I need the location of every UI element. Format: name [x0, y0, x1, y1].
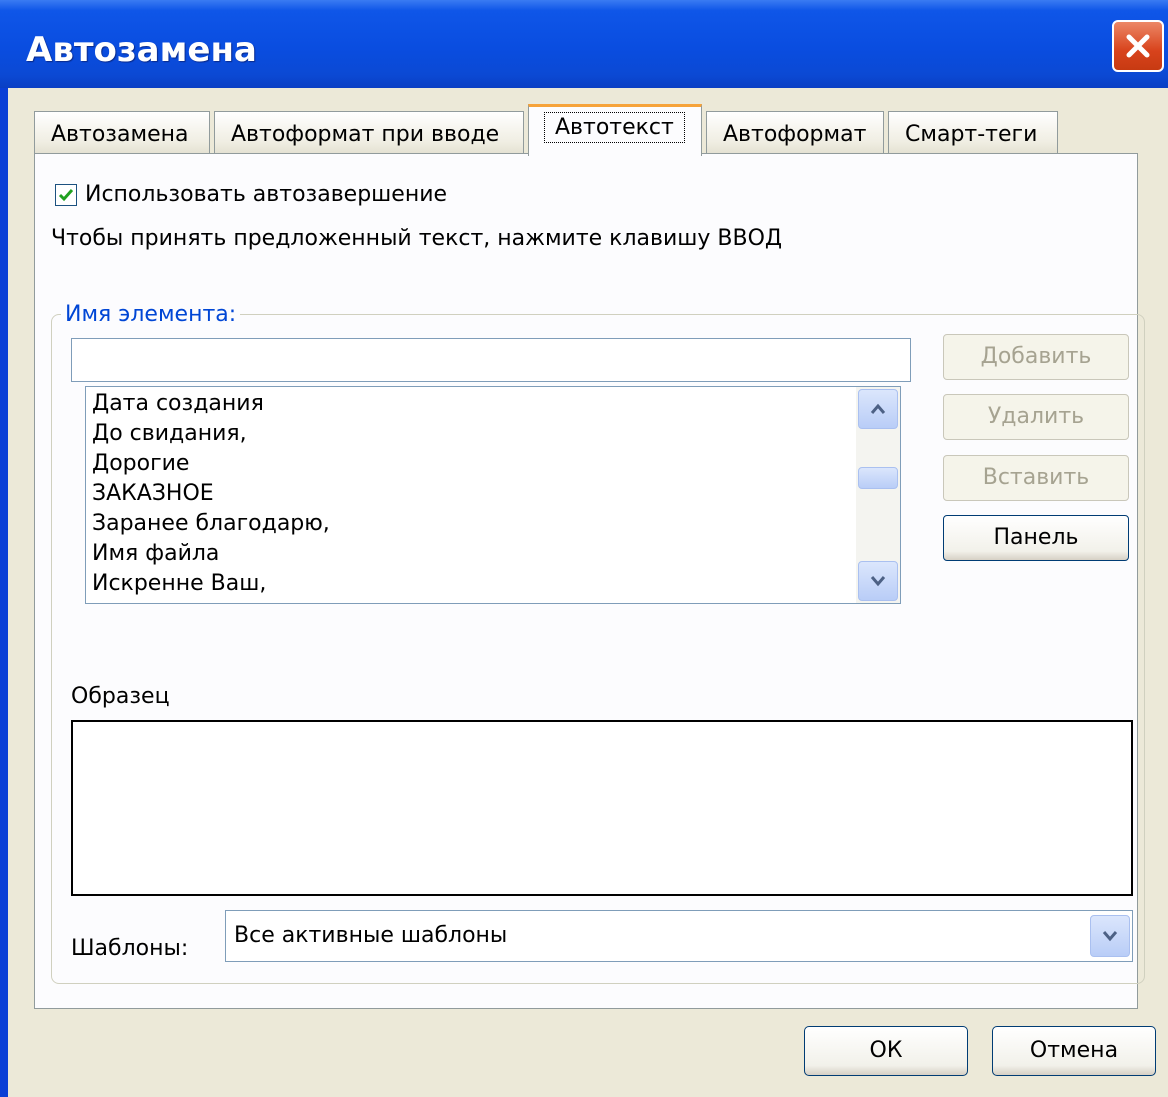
close-button[interactable] — [1112, 20, 1164, 72]
hint-text: Чтобы принять предложенный текст, нажмит… — [51, 226, 783, 251]
templates-dropdown[interactable]: Все активные шаблоны — [225, 910, 1133, 962]
chevron-up-icon — [870, 403, 886, 414]
scroll-thumb[interactable] — [858, 467, 898, 489]
tab-smart-tags[interactable]: Смарт-теги — [888, 111, 1058, 154]
autotext-list[interactable]: Дата создания До свидания, Дорогие ЗАКАЗ… — [85, 386, 901, 604]
list-scrollbar[interactable] — [856, 387, 900, 603]
panel-button[interactable]: Панель — [943, 515, 1129, 561]
ok-button[interactable]: ОК — [804, 1026, 968, 1076]
list-item[interactable]: Заранее благодарю, — [92, 509, 330, 539]
autocomplete-label: Использовать автозавершение — [85, 182, 448, 207]
sample-label: Образец — [71, 684, 170, 709]
element-name-label: Имя элемента: — [61, 302, 241, 327]
list-item[interactable]: Имя файла — [92, 539, 219, 569]
autocomplete-option[interactable]: Использовать автозавершение — [55, 182, 447, 207]
tab-autotext[interactable]: Автотекст — [528, 104, 702, 156]
list-item[interactable]: Дорогие — [92, 449, 189, 479]
close-icon — [1126, 34, 1150, 58]
tab-autocorrect[interactable]: Автозамена — [34, 111, 210, 154]
tab-autoformat[interactable]: Автоформат — [706, 111, 884, 154]
title-bar[interactable]: Автозамена — [0, 0, 1168, 88]
tab-autoformat-as-you-type[interactable]: Автоформат при вводе — [214, 111, 524, 154]
autocorrect-dialog: Автозамена Автозамена Автоформат при вво… — [0, 0, 1168, 1097]
chevron-down-icon — [1102, 931, 1118, 942]
scroll-up-button[interactable] — [858, 389, 898, 429]
element-name-input[interactable] — [71, 338, 911, 382]
checkmark-icon — [58, 188, 74, 201]
dialog-body: Автозамена Автоформат при вводе Автотекс… — [8, 88, 1168, 1097]
sample-preview — [71, 720, 1133, 896]
dropdown-button[interactable] — [1090, 915, 1130, 957]
list-item[interactable]: ЗАКАЗНОЕ — [92, 479, 214, 509]
insert-button[interactable]: Вставить — [943, 455, 1129, 501]
templates-value: Все активные шаблоны — [234, 923, 508, 948]
cancel-button[interactable]: Отмена — [992, 1026, 1156, 1076]
list-item[interactable]: Искренне Ваш, — [92, 569, 266, 599]
chevron-down-icon — [870, 576, 886, 587]
list-item[interactable]: Дата создания — [92, 389, 264, 419]
window-title: Автозамена — [26, 30, 257, 70]
autotext-panel: Использовать автозавершение Чтобы принят… — [34, 153, 1145, 1009]
autocomplete-checkbox[interactable] — [55, 183, 77, 206]
templates-label: Шаблоны: — [71, 936, 189, 961]
scroll-down-button[interactable] — [858, 561, 898, 601]
add-button[interactable]: Добавить — [943, 334, 1129, 380]
delete-button[interactable]: Удалить — [943, 394, 1129, 440]
list-item[interactable]: До свидания, — [92, 419, 247, 449]
